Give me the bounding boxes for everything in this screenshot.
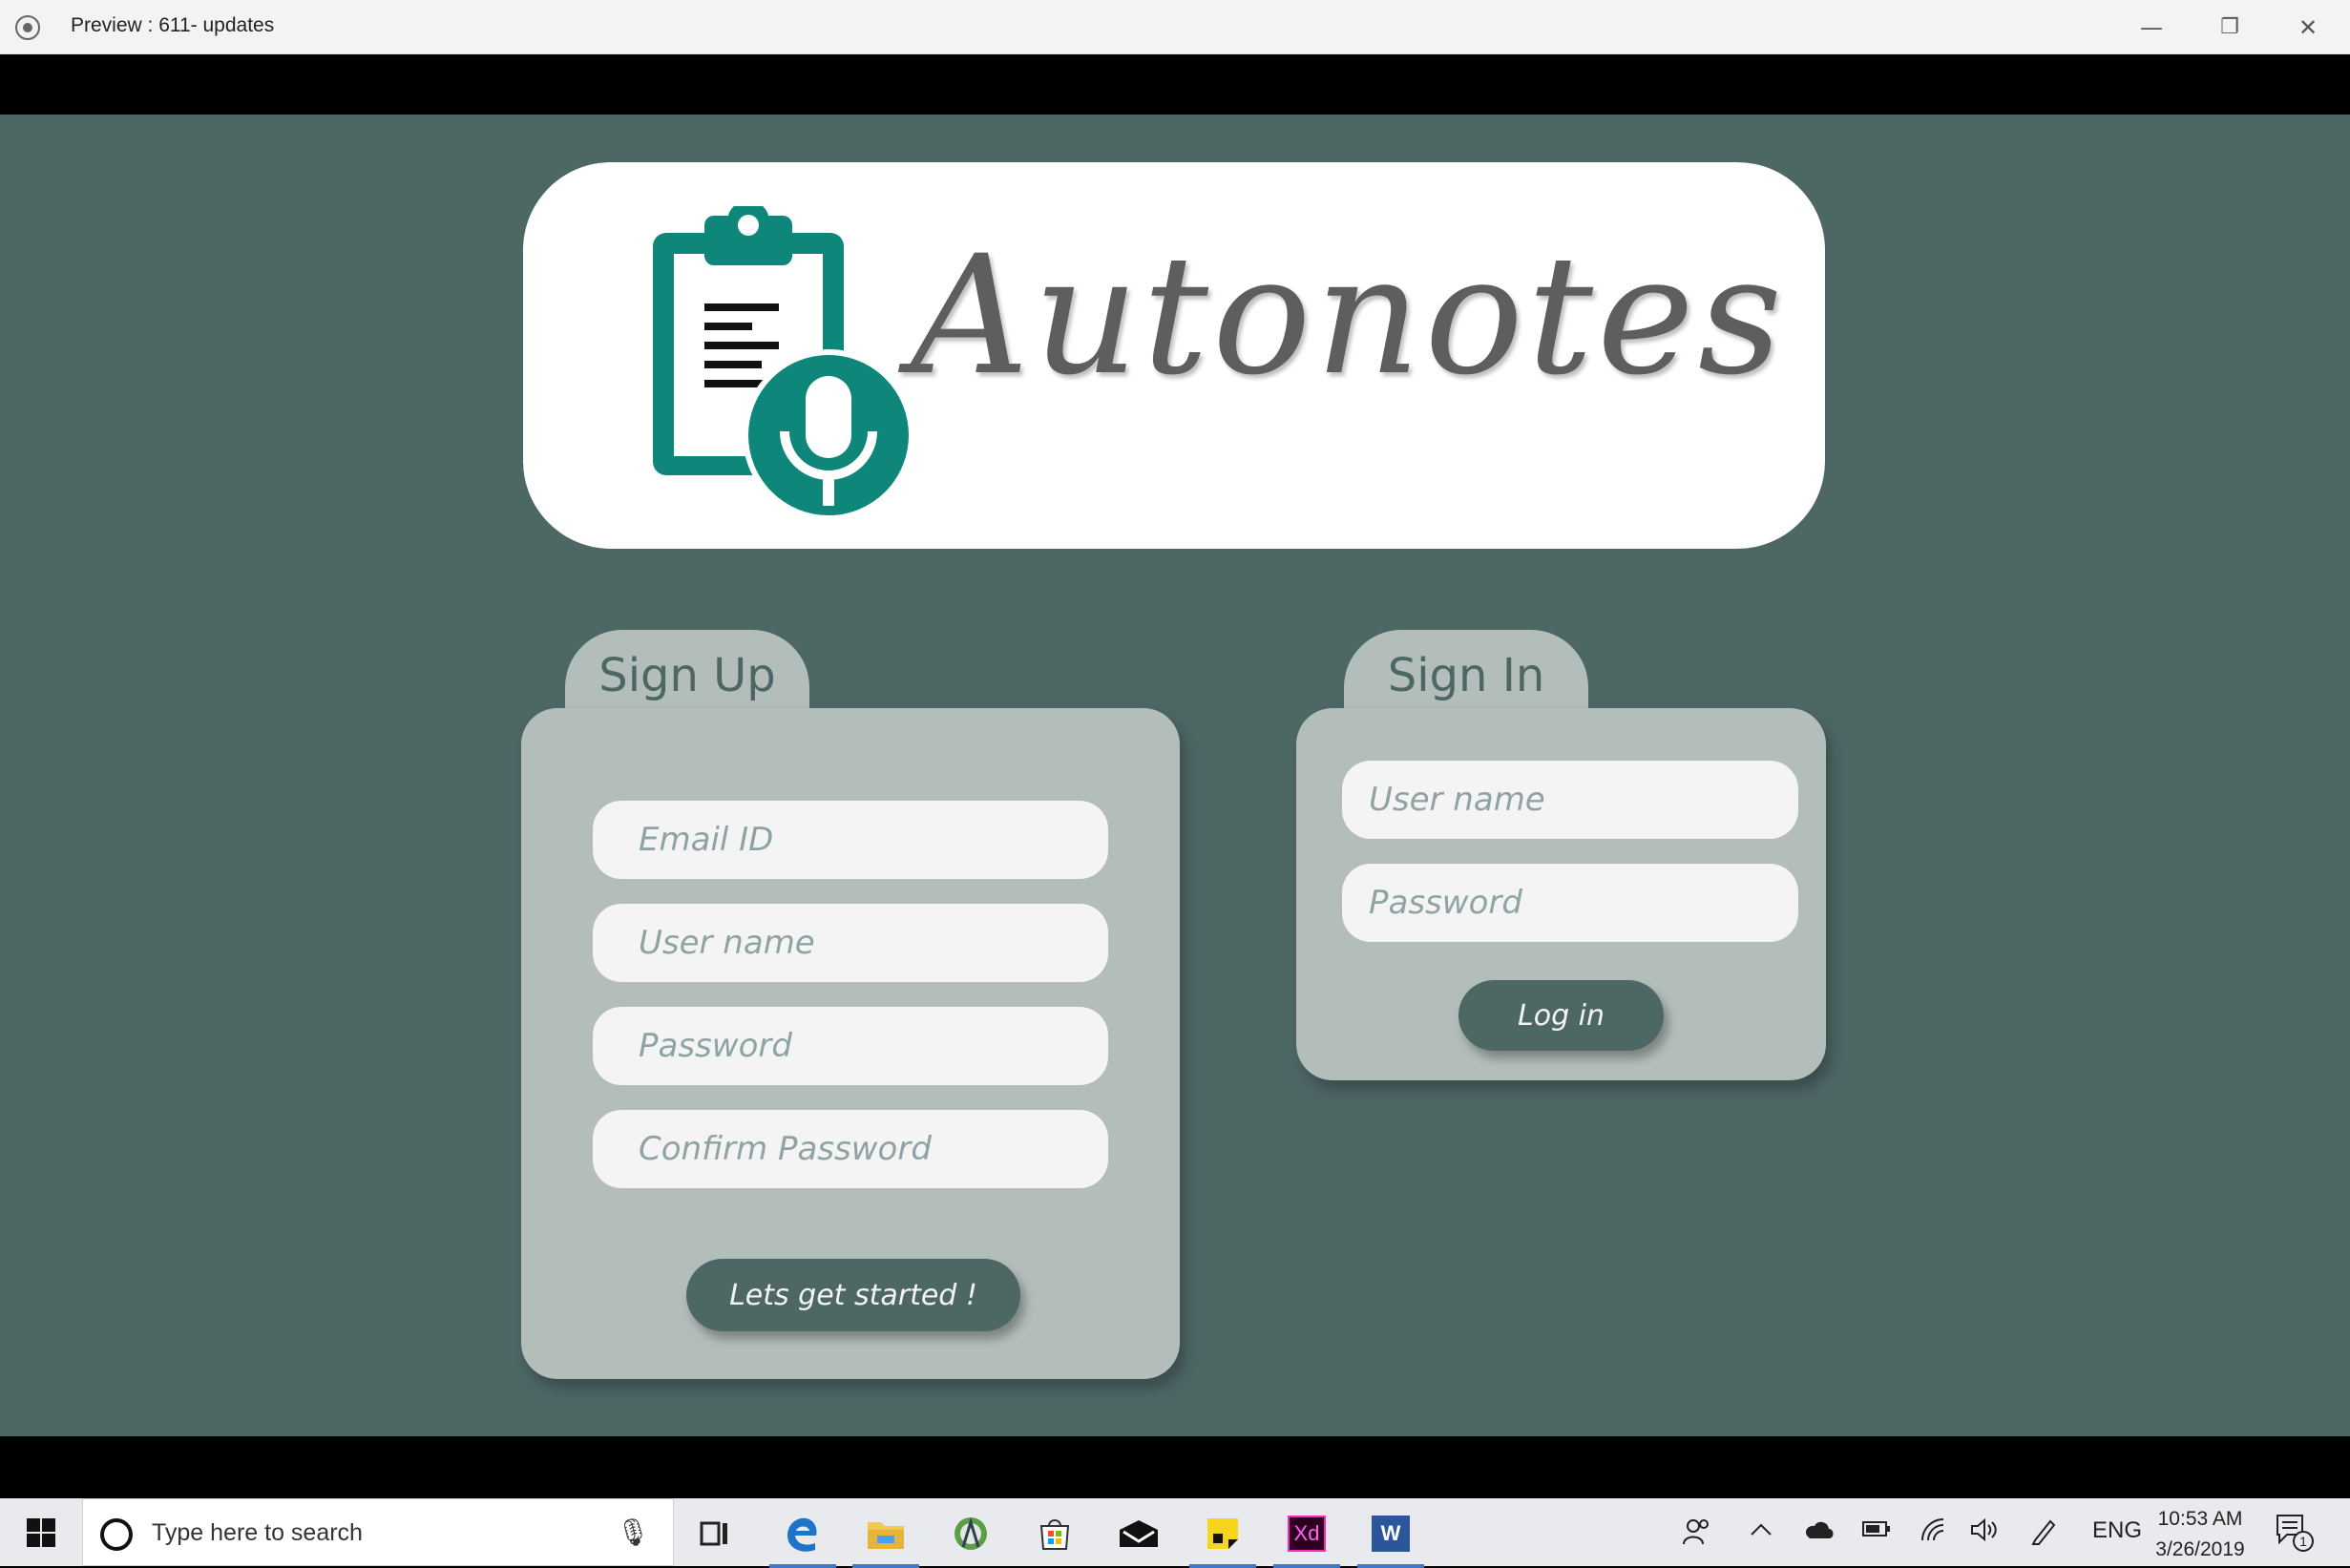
search-placeholder: Type here to search (152, 1519, 363, 1546)
app-record-icon (15, 15, 40, 40)
minimize-button[interactable]: — (2112, 0, 2191, 54)
microphone-icon[interactable]: 🎙 (616, 1516, 650, 1548)
taskbar: Type here to search 🎙 Xd W ENG 10:53 AM … (0, 1498, 2350, 1568)
battery-icon[interactable] (1861, 1517, 1892, 1547)
sticky-notes-icon[interactable] (1189, 1508, 1256, 1568)
people-icon[interactable] (1682, 1517, 1710, 1553)
language-indicator[interactable]: ENG (2092, 1517, 2142, 1544)
signup-password-field (593, 1007, 1108, 1085)
letterbox-bottom (0, 1436, 2350, 1498)
file-explorer-icon[interactable] (852, 1508, 919, 1568)
signin-tab-label: Sign In (1387, 649, 1545, 702)
android-studio-icon[interactable] (945, 1508, 997, 1559)
taskbar-clock[interactable]: 10:53 AM 3/26/2019 (2138, 1504, 2262, 1565)
signup-confirm-password-field (593, 1110, 1108, 1188)
letterbox-top (0, 54, 2350, 115)
onedrive-cloud-icon[interactable] (1802, 1517, 1835, 1549)
app-logo-text: Autonotes (911, 220, 1787, 411)
edge-browser-icon[interactable] (769, 1508, 836, 1568)
cortana-icon (100, 1518, 133, 1551)
microsoft-store-icon[interactable] (1029, 1508, 1081, 1559)
windows-logo-icon (27, 1517, 55, 1547)
taskbar-search-box[interactable]: Type here to search 🎙 (82, 1498, 674, 1566)
log-in-button[interactable]: Log in (1458, 980, 1664, 1051)
adobe-xd-label: Xd (1288, 1516, 1326, 1552)
signup-panel: Lets get started ! (521, 708, 1180, 1379)
signin-panel: Log in (1296, 708, 1826, 1080)
close-button[interactable]: ✕ (2269, 0, 2347, 54)
signin-password-input[interactable] (1342, 864, 1798, 942)
start-button[interactable] (0, 1498, 82, 1566)
signin-username-field (1342, 761, 1798, 839)
window-title: Preview : 611- updates (71, 14, 275, 36)
signin-username-input[interactable] (1342, 761, 1798, 839)
wifi-icon[interactable] (1919, 1517, 1947, 1549)
pen-ink-workspace-icon[interactable] (2029, 1517, 2058, 1553)
clock-date: 3/26/2019 (2155, 1538, 2245, 1560)
signup-username-field (593, 904, 1108, 982)
adobe-xd-icon[interactable]: Xd (1273, 1508, 1340, 1568)
lets-get-started-button[interactable]: Lets get started ! (686, 1259, 1020, 1331)
signup-username-input[interactable] (593, 904, 1108, 982)
word-label: W (1372, 1516, 1410, 1552)
signin-password-field (1342, 864, 1798, 942)
word-icon[interactable]: W (1357, 1508, 1424, 1568)
logo-card: Autonotes (523, 162, 1825, 549)
signup-password-input[interactable] (593, 1007, 1108, 1085)
window-titlebar: Preview : 611- updates — ❐ ✕ (0, 0, 2350, 54)
signup-email-input[interactable] (593, 801, 1108, 879)
signup-confirm-password-input[interactable] (593, 1110, 1108, 1188)
action-center-notification-icon[interactable]: 1 (2276, 1514, 2314, 1558)
clock-time: 10:53 AM (2157, 1508, 2243, 1530)
notification-count-badge: 1 (2293, 1531, 2314, 1552)
app-canvas: Autonotes Sign Up Lets get started ! Sig… (0, 115, 2350, 1436)
task-view-icon[interactable] (689, 1508, 741, 1559)
mail-icon[interactable] (1113, 1508, 1165, 1559)
show-hidden-icons-chevron-icon[interactable] (1749, 1517, 1773, 1549)
clipboard-mic-logo-icon (653, 206, 914, 521)
restore-button[interactable]: ❐ (2191, 0, 2269, 54)
signup-tab-label: Sign Up (598, 649, 776, 702)
signup-email-field (593, 801, 1108, 879)
volume-icon[interactable] (1970, 1517, 1999, 1549)
